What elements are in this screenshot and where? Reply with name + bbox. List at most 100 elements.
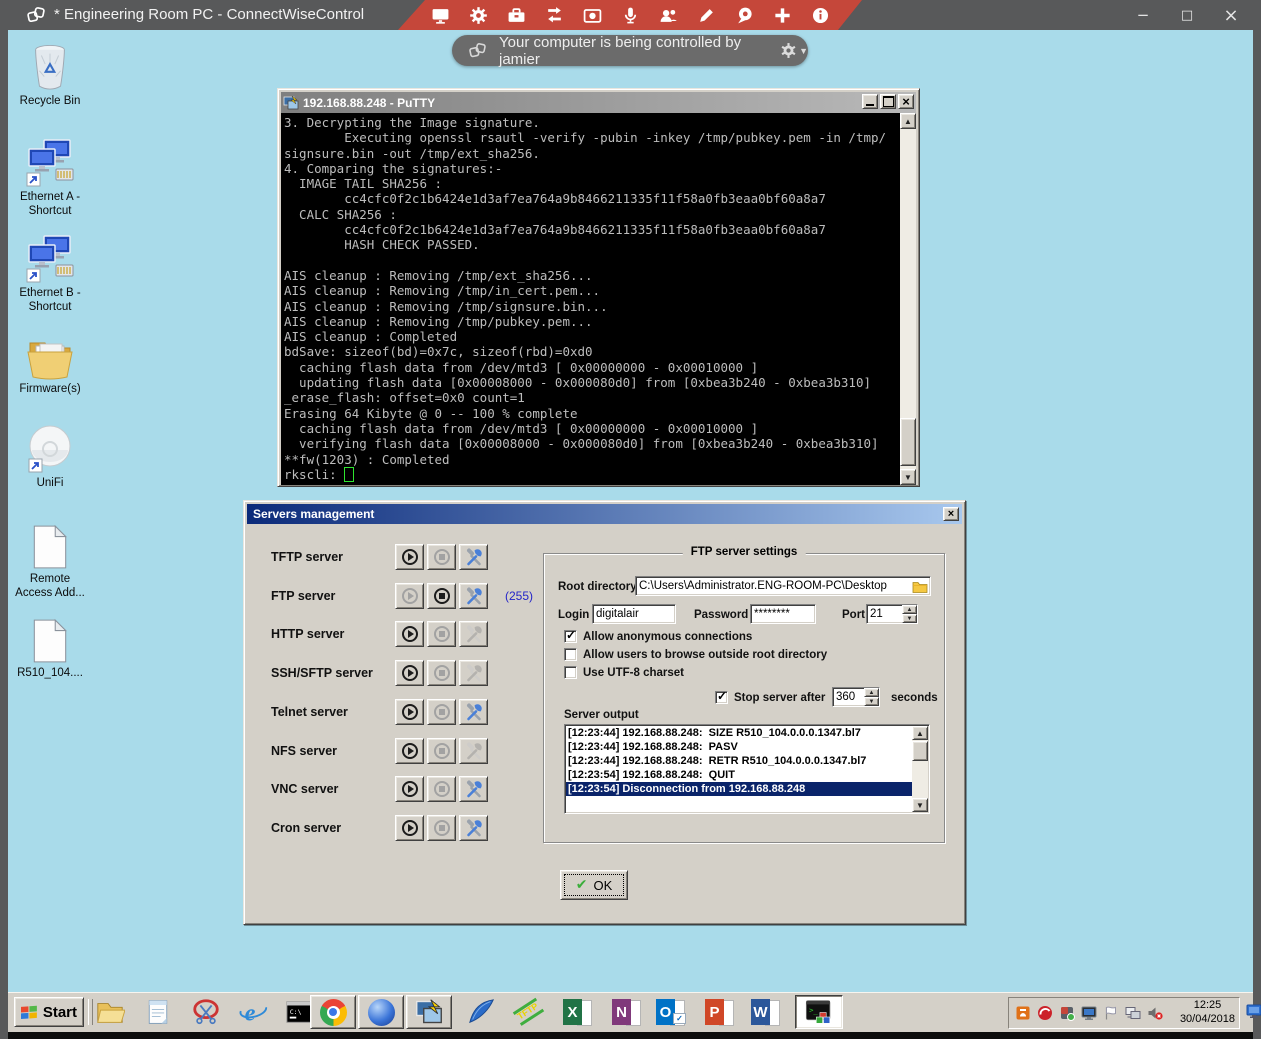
- configure-server-button[interactable]: [459, 544, 488, 570]
- terminal-scrollbar[interactable]: ▲ ▼: [900, 113, 916, 485]
- outlook-icon[interactable]: O✓: [655, 996, 687, 1028]
- start-server-button[interactable]: [395, 738, 424, 764]
- stop-server-button[interactable]: [427, 660, 456, 686]
- stop-server-button[interactable]: [427, 621, 456, 647]
- desktop-icon-ethernet-b[interactable]: Ethernet B - Shortcut: [8, 232, 92, 315]
- putty-taskbar-button[interactable]: [406, 995, 452, 1029]
- start-server-button[interactable]: [395, 699, 424, 725]
- quick-launch-grip[interactable]: [88, 999, 93, 1025]
- screenshot-icon[interactable]: [582, 3, 603, 27]
- servers-terminal-taskbar-button[interactable]: >_: [795, 995, 843, 1029]
- spinner-up-icon[interactable]: ▲: [902, 605, 917, 614]
- tftpd-icon[interactable]: TFTP: [512, 996, 544, 1028]
- start-server-button[interactable]: [395, 544, 424, 570]
- dialog-titlebar[interactable]: Servers management: [247, 504, 962, 524]
- configure-server-button[interactable]: [459, 621, 488, 647]
- scroll-down-icon[interactable]: ▼: [912, 798, 928, 812]
- guests-icon[interactable]: [658, 3, 679, 27]
- stop-server-button[interactable]: [427, 738, 456, 764]
- word-icon[interactable]: W: [750, 996, 782, 1028]
- start-server-button[interactable]: [395, 776, 424, 802]
- laser-pointer-balloon-icon[interactable]: [734, 3, 755, 27]
- file-explorer-icon[interactable]: [94, 996, 126, 1028]
- list-item[interactable]: [12:23:44] 192.168.88.248: PASV: [566, 740, 912, 754]
- display-tray-icon[interactable]: [1081, 1005, 1097, 1021]
- browse-outside-root-checkbox[interactable]: Allow users to browse outside root direc…: [564, 648, 827, 661]
- root-directory-input[interactable]: [635, 576, 931, 596]
- snipping-tool-icon[interactable]: [190, 996, 222, 1028]
- desktop-icon-remote-access[interactable]: Remote Access Add...: [8, 518, 92, 601]
- annotate-pencil-icon[interactable]: [696, 3, 717, 27]
- desktop-icon-recycle-bin[interactable]: Recycle Bin: [8, 40, 92, 109]
- connectwise-session-tray-icon[interactable]: [1059, 1005, 1075, 1021]
- monitor-icon[interactable]: [430, 3, 451, 27]
- server-output-list[interactable]: [12:23:44] 192.168.88.248: SIZE R510_104…: [564, 724, 930, 814]
- stop-server-button[interactable]: [427, 583, 456, 609]
- desktop-icon-unifi[interactable]: UniFi: [8, 422, 92, 491]
- login-input[interactable]: [592, 604, 676, 624]
- transfer-arrows-icon[interactable]: [544, 3, 565, 27]
- stop-server-button[interactable]: [427, 699, 456, 725]
- stop-server-button[interactable]: [427, 544, 456, 570]
- configure-server-button[interactable]: [459, 776, 488, 802]
- orange-utility-tray-icon[interactable]: [1015, 1005, 1031, 1021]
- list-item[interactable]: [12:23:54] 192.168.88.248: QUIT: [566, 768, 912, 782]
- microphone-icon[interactable]: [620, 3, 641, 27]
- terminal[interactable]: 3. Decrypting the Image signature. Execu…: [281, 113, 900, 485]
- volume-muted-icon[interactable]: [1147, 1005, 1163, 1021]
- start-server-button[interactable]: [395, 815, 424, 841]
- gear-icon[interactable]: [468, 3, 489, 27]
- spinner-down-icon[interactable]: ▼: [864, 697, 879, 706]
- configure-server-button[interactable]: [459, 583, 488, 609]
- close-button[interactable]: ×: [1209, 0, 1253, 30]
- start-server-button[interactable]: [395, 621, 424, 647]
- minimize-button[interactable]: −: [1121, 0, 1165, 30]
- maximize-button[interactable]: □: [1165, 0, 1209, 30]
- spinner-down-icon[interactable]: ▼: [902, 614, 917, 623]
- toolbox-icon[interactable]: [506, 3, 527, 27]
- dialog-close-button[interactable]: ×: [943, 507, 959, 521]
- configure-server-button[interactable]: [459, 815, 488, 841]
- scroll-down-icon[interactable]: ▼: [900, 469, 916, 485]
- ok-button[interactable]: ✔ OK: [560, 870, 628, 900]
- stop-server-button[interactable]: [427, 815, 456, 841]
- scrollbar-thumb[interactable]: [912, 741, 928, 761]
- excel-icon[interactable]: X: [562, 996, 594, 1028]
- list-scrollbar[interactable]: ▲ ▼: [912, 726, 928, 812]
- internet-explorer-icon[interactable]: e: [237, 996, 269, 1028]
- show-desktop-icon[interactable]: [1246, 1003, 1261, 1019]
- list-item[interactable]: [12:23:44] 192.168.88.248: SIZE R510_104…: [566, 726, 912, 740]
- start-server-button[interactable]: [395, 583, 424, 609]
- stop-server-after-checkbox[interactable]: Stop server after: [715, 691, 825, 704]
- desktop-icon-firmwares[interactable]: Firmware(s): [8, 328, 92, 397]
- add-plus-icon[interactable]: [772, 3, 793, 27]
- list-item[interactable]: [12:23:54] Disconnection from 192.168.88…: [566, 782, 912, 796]
- scroll-up-icon[interactable]: ▲: [912, 726, 928, 740]
- winbox-taskbar-button[interactable]: [358, 995, 404, 1029]
- spinner-up-icon[interactable]: ▲: [864, 688, 879, 697]
- notepad-icon[interactable]: [142, 996, 174, 1028]
- desktop-icon-r510[interactable]: R510_104....: [8, 612, 92, 681]
- antivirus-tray-icon[interactable]: [1037, 1005, 1053, 1021]
- password-input[interactable]: [750, 604, 816, 624]
- onenote-icon[interactable]: N: [611, 996, 643, 1028]
- putty-maximize-button[interactable]: [880, 94, 896, 109]
- allow-anonymous-checkbox[interactable]: Allow anonymous connections: [564, 630, 752, 643]
- configure-server-button[interactable]: [459, 699, 488, 725]
- browse-folder-icon[interactable]: [912, 580, 928, 593]
- start-button[interactable]: Start: [14, 997, 84, 1027]
- putty-close-button[interactable]: ×: [898, 94, 914, 109]
- powerpoint-icon[interactable]: P: [704, 996, 736, 1028]
- network-tray-icon[interactable]: [1125, 1005, 1141, 1021]
- start-server-button[interactable]: [395, 660, 424, 686]
- info-icon[interactable]: [810, 3, 831, 27]
- configure-server-button[interactable]: [459, 738, 488, 764]
- notifications-flag-icon[interactable]: [1103, 1005, 1119, 1021]
- list-item[interactable]: [12:23:44] 192.168.88.248: RETR R510_104…: [566, 754, 912, 768]
- desktop-icon-ethernet-a[interactable]: Ethernet A - Shortcut: [8, 136, 92, 219]
- utf8-charset-checkbox[interactable]: Use UTF-8 charset: [564, 666, 684, 679]
- chrome-taskbar-button[interactable]: [310, 995, 356, 1029]
- wireshark-icon[interactable]: [466, 996, 498, 1028]
- configure-server-button[interactable]: [459, 660, 488, 686]
- putty-titlebar[interactable]: 192.168.88.248 - PuTTY ×: [281, 92, 916, 113]
